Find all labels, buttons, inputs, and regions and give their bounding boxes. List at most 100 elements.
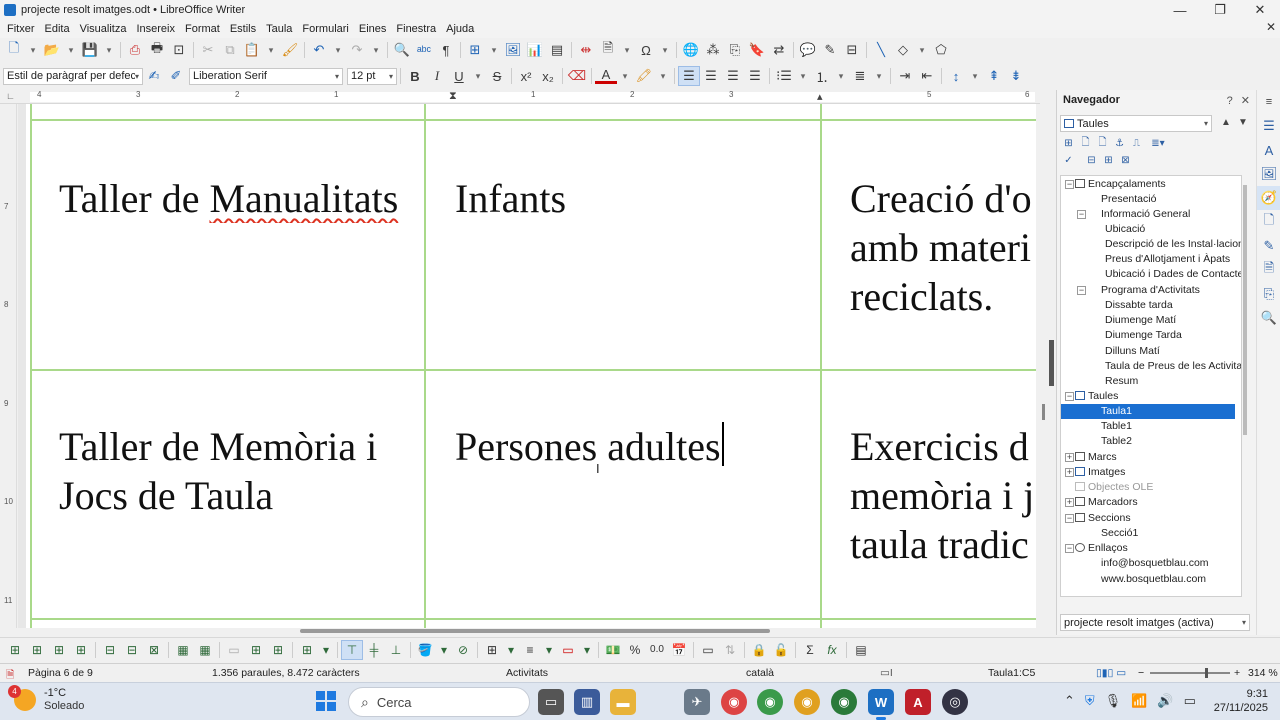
tree-item[interactable]: − Taules bbox=[1065, 389, 1118, 404]
split-table-icon[interactable]: ⊞ bbox=[267, 640, 289, 660]
insert-row-below-icon[interactable]: ⊞ bbox=[26, 640, 48, 660]
table-dropdown-icon[interactable]: ▾ bbox=[486, 40, 502, 60]
horizontal-ruler[interactable]: ∟ 4 3 2 1 1 2 3 4 5 6 ⧗ ▴ bbox=[0, 90, 1040, 104]
tree-item[interactable]: + Marcs bbox=[1065, 450, 1117, 465]
close-panel-icon[interactable]: ✕ bbox=[1241, 95, 1250, 107]
table-cell-b5[interactable]: Persones adultes bbox=[455, 422, 815, 471]
line-spacing-dropdown-icon[interactable]: ▾ bbox=[967, 66, 983, 86]
tree-item[interactable]: − Seccions bbox=[1065, 511, 1131, 526]
bullet-list-icon[interactable]: ⁝☰ bbox=[773, 66, 795, 86]
menu-formulari[interactable]: Formulari bbox=[297, 23, 353, 35]
insert-field-icon[interactable]: 🗎 bbox=[597, 40, 619, 60]
insert-row-above-icon[interactable]: ⊞ bbox=[4, 640, 26, 660]
menu-edita[interactable]: Edita bbox=[40, 23, 75, 35]
tree-item[interactable]: Ubicació i Dades de Contacte bbox=[1105, 267, 1241, 282]
redo-dropdown-icon[interactable]: ▾ bbox=[368, 40, 384, 60]
draw-functions-icon[interactable]: ⬠ bbox=[930, 40, 952, 60]
scroll-thumb[interactable] bbox=[1042, 404, 1045, 420]
endnote-icon[interactable]: ⎘ bbox=[724, 40, 746, 60]
copy-icon[interactable]: ⧉ bbox=[219, 40, 241, 60]
clock[interactable]: 9:31 27/11/2025 bbox=[1214, 687, 1268, 715]
align-top-icon[interactable]: ⊤ bbox=[341, 639, 363, 660]
subscript-icon[interactable]: x₂ bbox=[537, 66, 559, 86]
unprotect-cells-icon[interactable]: 🔓 bbox=[770, 640, 792, 660]
collapse-icon[interactable]: − bbox=[1065, 180, 1074, 189]
font-color-icon[interactable]: A bbox=[595, 67, 617, 84]
tree-item[interactable]: Resum bbox=[1105, 374, 1138, 389]
tree-item[interactable]: Dissabte tarda bbox=[1105, 298, 1173, 313]
select-cell-icon[interactable]: ▦ bbox=[172, 640, 194, 660]
font-color-dropdown-icon[interactable]: ▾ bbox=[617, 66, 633, 86]
document-page[interactable]: Taller de Manualitats Infants Creació d'… bbox=[26, 104, 1036, 628]
insert-image-icon[interactable]: 🖼 bbox=[502, 40, 524, 60]
chrome-profile-2-icon[interactable]: ◉ bbox=[794, 689, 820, 715]
formatting-marks-icon[interactable]: ¶ bbox=[435, 40, 457, 60]
undo-dropdown-icon[interactable]: ▾ bbox=[330, 40, 346, 60]
page-icon[interactable]: 🗋 bbox=[1257, 210, 1280, 234]
clone-formatting-icon[interactable]: 🖌 bbox=[279, 40, 301, 60]
undo-icon[interactable]: ↶ bbox=[308, 40, 330, 60]
page-number[interactable]: Pàgina 6 de 9 bbox=[28, 667, 93, 679]
border-color-dropdown-icon[interactable]: ▾ bbox=[579, 640, 595, 660]
tree-item[interactable]: Taula de Preus de les Activitat bbox=[1105, 359, 1241, 374]
save-icon[interactable]: 💾 bbox=[79, 40, 101, 60]
chrome-profile-icon[interactable]: ◉ bbox=[757, 689, 783, 715]
field-dropdown-icon[interactable]: ▾ bbox=[619, 40, 635, 60]
sum-icon[interactable]: Σ bbox=[799, 640, 821, 660]
next-icon[interactable]: ▼ bbox=[1238, 117, 1248, 128]
outline-list-icon[interactable]: ≣ bbox=[849, 66, 871, 86]
navigator-document-combo[interactable]: projecte resolt imatges (activa) ▾ bbox=[1060, 614, 1250, 631]
tree-scrollbar[interactable] bbox=[1243, 185, 1247, 435]
zoom-level[interactable]: 314 % bbox=[1248, 667, 1278, 679]
collapse-icon[interactable]: − bbox=[1065, 544, 1074, 553]
paragraph-style-combo[interactable]: Estil de paràgraf per defecte ▾ bbox=[3, 67, 143, 85]
decrease-paragraph-spacing-icon[interactable]: ⇟ bbox=[1005, 66, 1027, 86]
update-style-icon[interactable]: ✍ bbox=[143, 66, 165, 86]
spelling-icon[interactable]: ᵃᵇᶜ bbox=[413, 40, 435, 60]
tab-type-icon[interactable]: ∟ bbox=[6, 91, 15, 101]
select-table-icon[interactable]: ▦ bbox=[194, 640, 216, 660]
clear-formatting-icon[interactable]: ⌫ bbox=[566, 66, 588, 86]
vertical-scrollbar[interactable] bbox=[1040, 104, 1048, 628]
file-explorer-icon[interactable]: ▬ bbox=[610, 689, 636, 715]
insert-column-after-icon[interactable]: ⊞ bbox=[70, 640, 92, 660]
borders-icon[interactable]: ⊞ bbox=[481, 640, 503, 660]
libreoffice-writer-taskbar-icon[interactable]: W bbox=[868, 689, 894, 720]
tree-item[interactable]: Secció1 bbox=[1101, 526, 1138, 541]
basic-shapes-icon[interactable]: ◇ bbox=[892, 40, 914, 60]
print-preview-icon[interactable]: ⊡ bbox=[168, 40, 190, 60]
paste-icon[interactable]: 📋 bbox=[241, 40, 263, 60]
line-spacing-icon[interactable]: ↕ bbox=[945, 66, 967, 86]
open-folder-icon[interactable]: 📂 bbox=[41, 40, 63, 60]
delete-columns-icon[interactable]: ⊟ bbox=[121, 640, 143, 660]
collapse-icon[interactable]: − bbox=[1077, 286, 1086, 295]
zoom-out-icon[interactable]: − bbox=[1138, 667, 1144, 679]
content-navigation-icon[interactable]: ⊞ bbox=[1060, 136, 1077, 151]
footnote-icon[interactable]: ⁂ bbox=[702, 40, 724, 60]
tree-item[interactable]: Objectes OLE bbox=[1075, 480, 1153, 495]
chevron-up-icon[interactable]: ⌃ bbox=[1064, 693, 1075, 709]
microphone-icon[interactable]: 🎙 bbox=[1105, 693, 1122, 709]
new-document-icon[interactable]: 🗋 bbox=[3, 40, 25, 60]
protect-cells-icon[interactable]: 🔒 bbox=[748, 640, 770, 660]
tree-item[interactable]: − Programa d'Activitats bbox=[1077, 283, 1200, 298]
background-dropdown-icon[interactable]: ▾ bbox=[436, 640, 452, 660]
zoom-slider[interactable] bbox=[1150, 668, 1230, 678]
library-app-icon[interactable]: ▥ bbox=[574, 689, 600, 715]
menu-taula[interactable]: Taula bbox=[261, 23, 297, 35]
navigator-category-combo[interactable]: Taules ▾ bbox=[1060, 115, 1212, 132]
security-icon[interactable]: ⛨ bbox=[1085, 693, 1095, 709]
new-dropdown-icon[interactable]: ▾ bbox=[25, 40, 41, 60]
app-icon[interactable]: ✈ bbox=[684, 689, 710, 715]
bookmark-icon[interactable]: 🔖 bbox=[746, 40, 768, 60]
footer-icon[interactable]: 🗋 bbox=[1094, 136, 1111, 151]
view-layout-icons[interactable]: ▯▮▯ ▭ bbox=[1096, 667, 1126, 679]
navigator-icon[interactable]: 🧭 bbox=[1257, 186, 1280, 210]
tree-item[interactable]: + Imatges bbox=[1065, 465, 1125, 480]
styles-icon[interactable]: A bbox=[1257, 138, 1280, 162]
merge-cells-icon[interactable]: ▭ bbox=[223, 640, 245, 660]
table-cell-a4[interactable]: Taller de Manualitats bbox=[59, 174, 419, 223]
promote-icon[interactable]: ✓ bbox=[1060, 153, 1077, 168]
acrobat-icon[interactable]: A bbox=[905, 689, 931, 715]
tree-item[interactable]: info@bosquetblau.com bbox=[1101, 556, 1209, 571]
